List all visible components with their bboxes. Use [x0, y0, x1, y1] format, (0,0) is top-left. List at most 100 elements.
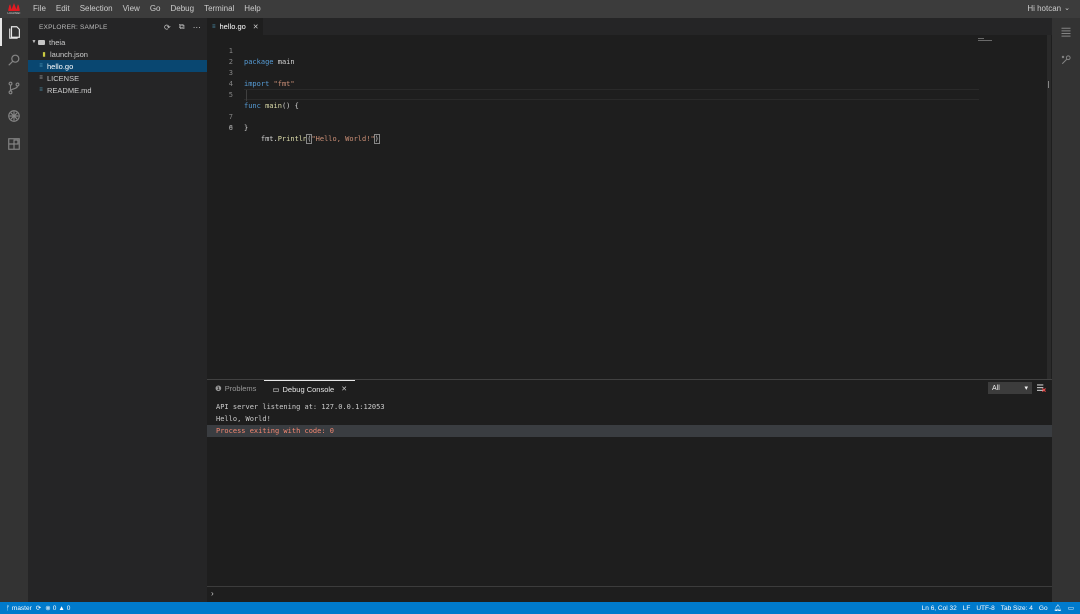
more-actions-icon[interactable]: ⋯	[193, 23, 201, 32]
code-line: 3 import "fmt"	[207, 57, 1052, 88]
explorer-header: EXPLORER: SAMPLE ⟳ ⧉ ⋯	[28, 18, 207, 36]
code-text: fmt.Println("Hello, World!")	[244, 134, 380, 144]
menu-file[interactable]: File	[28, 0, 51, 18]
chevron-down-icon: ▼	[31, 39, 37, 45]
editor-tab-bar: ≡ hello.go ✕	[207, 18, 1052, 35]
tab-problems[interactable]: ❶ Problems	[207, 380, 264, 397]
user-menu[interactable]: Hi hotcan ⌄	[1027, 0, 1070, 18]
menu-edit[interactable]: Edit	[51, 0, 75, 18]
go-file-icon: ≡	[39, 63, 43, 69]
minimap[interactable]	[978, 38, 996, 44]
menu-selection[interactable]: Selection	[75, 0, 118, 18]
outline-icon[interactable]	[1052, 18, 1080, 46]
chevron-down-icon: ⌄	[1064, 5, 1070, 12]
user-greeting: Hi hotcan	[1027, 4, 1062, 13]
activity-bar	[0, 18, 28, 602]
tab-label: hello.go	[219, 22, 246, 31]
code-text: }	[244, 124, 249, 132]
huawei-logo: HUAWEI	[0, 0, 28, 18]
tree-item-hello-go[interactable]: ≡ hello.go	[28, 60, 207, 72]
dropdown-arrow-icon: ▾	[1024, 385, 1028, 392]
panel-toggle-icon[interactable]: ▭	[1068, 604, 1074, 612]
code-line: 1 package main	[207, 35, 1052, 66]
tree-item-readme[interactable]: ≡ README.md	[28, 84, 207, 96]
panel-tab-bar: ❶ Problems ▭ Debug Console ✕ All ▾	[207, 380, 1052, 397]
debug-icon[interactable]	[0, 102, 28, 130]
collapse-all-icon[interactable]: ⧉	[179, 22, 185, 32]
go-file-icon: ≡	[212, 23, 216, 30]
menu-view[interactable]: View	[118, 0, 145, 18]
problems-indicator[interactable]: ⊗ 0 ▲ 0	[45, 604, 71, 613]
sync-icon[interactable]: ⟳	[36, 604, 41, 612]
console-filter-select[interactable]: All ▾	[988, 382, 1032, 394]
clear-console-icon[interactable]	[1037, 383, 1046, 393]
language-mode[interactable]: Go	[1039, 605, 1048, 612]
explorer-actions: ⟳ ⧉ ⋯	[164, 18, 201, 36]
console-icon: ▭	[272, 384, 280, 394]
branch-indicator[interactable]: ᚠ master	[6, 605, 32, 612]
warning-icon: ▲	[58, 604, 65, 612]
logo-mark	[8, 3, 20, 11]
folder-icon	[38, 39, 45, 45]
code-line: 8	[207, 112, 1052, 132]
text-file-icon: ≡	[39, 75, 43, 81]
tab-label: Debug Console	[282, 384, 335, 394]
menu-go[interactable]: Go	[145, 0, 166, 18]
error-count: 0	[52, 604, 57, 612]
explorer-sidebar: EXPLORER: SAMPLE ⟳ ⧉ ⋯ ▼ theia ▮ launch.…	[28, 18, 207, 602]
explorer-title: EXPLORER: SAMPLE	[39, 23, 108, 31]
git-branch-icon: ᚠ	[6, 604, 10, 612]
bell-icon[interactable]: 🔔︎	[1054, 604, 1062, 612]
refresh-icon[interactable]: ⟳	[164, 23, 171, 32]
code-editor[interactable]: 1 package main 2 3 import "fmt" 4 5 func…	[207, 35, 1052, 379]
tree-item-label: launch.json	[50, 49, 88, 59]
code-line: 2	[207, 46, 1052, 66]
right-side-bar	[1052, 18, 1080, 602]
line-number: 8	[228, 124, 233, 132]
menu-bar: HUAWEI File Edit Selection View Go Debug…	[0, 0, 1080, 18]
console-input[interactable]: ›	[207, 586, 1052, 600]
tree-item-theia[interactable]: ▼ theia	[28, 36, 207, 48]
status-bar: ᚠ master ⟳ ⊗ 0 ▲ 0 Ln 6, Col 32 LF UTF-8…	[0, 602, 1080, 614]
tree-item-launch-json[interactable]: ▮ launch.json	[28, 48, 207, 60]
search-icon[interactable]	[0, 46, 28, 74]
tree-item-license[interactable]: ≡ LICENSE	[28, 72, 207, 84]
status-left: ᚠ master ⟳ ⊗ 0 ▲ 0	[0, 604, 71, 613]
markdown-file-icon: ≡	[39, 87, 43, 93]
logo-text: HUAWEI	[7, 11, 21, 15]
tab-hello-go[interactable]: ≡ hello.go ✕	[207, 18, 263, 35]
error-icon: ⊗	[45, 605, 51, 612]
current-line-highlight	[244, 89, 979, 100]
tab-debug-console[interactable]: ▭ Debug Console ✕	[264, 380, 356, 397]
extensions-icon[interactable]	[0, 130, 28, 158]
tree-item-label: LICENSE	[47, 73, 80, 83]
console-line-error: Process exiting with code: 0	[207, 425, 1052, 437]
code-line: 4	[207, 68, 1052, 88]
tools-icon[interactable]	[1052, 46, 1080, 74]
console-line: Hello, World!	[216, 415, 271, 423]
tree-item-label: theia	[49, 37, 66, 47]
menu-debug[interactable]: Debug	[165, 0, 199, 18]
close-icon[interactable]: ✕	[253, 23, 259, 31]
code-line: 7 }	[207, 101, 1052, 132]
json-file-icon: ▮	[42, 51, 46, 58]
indentation[interactable]: Tab Size: 4	[1001, 605, 1033, 612]
menu-terminal[interactable]: Terminal	[199, 0, 239, 18]
filter-value: All	[992, 384, 1000, 392]
tab-label: Problems	[224, 384, 257, 393]
tree-item-label: hello.go	[47, 61, 74, 71]
branch-name: master	[11, 604, 32, 612]
indent-guide	[246, 90, 247, 101]
close-icon[interactable]: ✕	[341, 385, 347, 393]
warning-count: 0	[66, 604, 71, 612]
cursor-position[interactable]: Ln 6, Col 32	[922, 605, 957, 612]
source-control-icon[interactable]	[0, 74, 28, 102]
problems-icon: ❶	[215, 384, 222, 393]
explorer-icon[interactable]	[0, 18, 28, 46]
text-cursor-icon: I	[1047, 80, 1050, 91]
console-line: API server listening at: 127.0.0.1:12053	[216, 403, 385, 411]
menu-help[interactable]: Help	[239, 0, 265, 18]
status-right: Ln 6, Col 32 LF UTF-8 Tab Size: 4 Go 🔔︎ …	[922, 602, 1074, 614]
encoding[interactable]: UTF-8	[976, 605, 994, 612]
line-ending[interactable]: LF	[963, 605, 971, 612]
